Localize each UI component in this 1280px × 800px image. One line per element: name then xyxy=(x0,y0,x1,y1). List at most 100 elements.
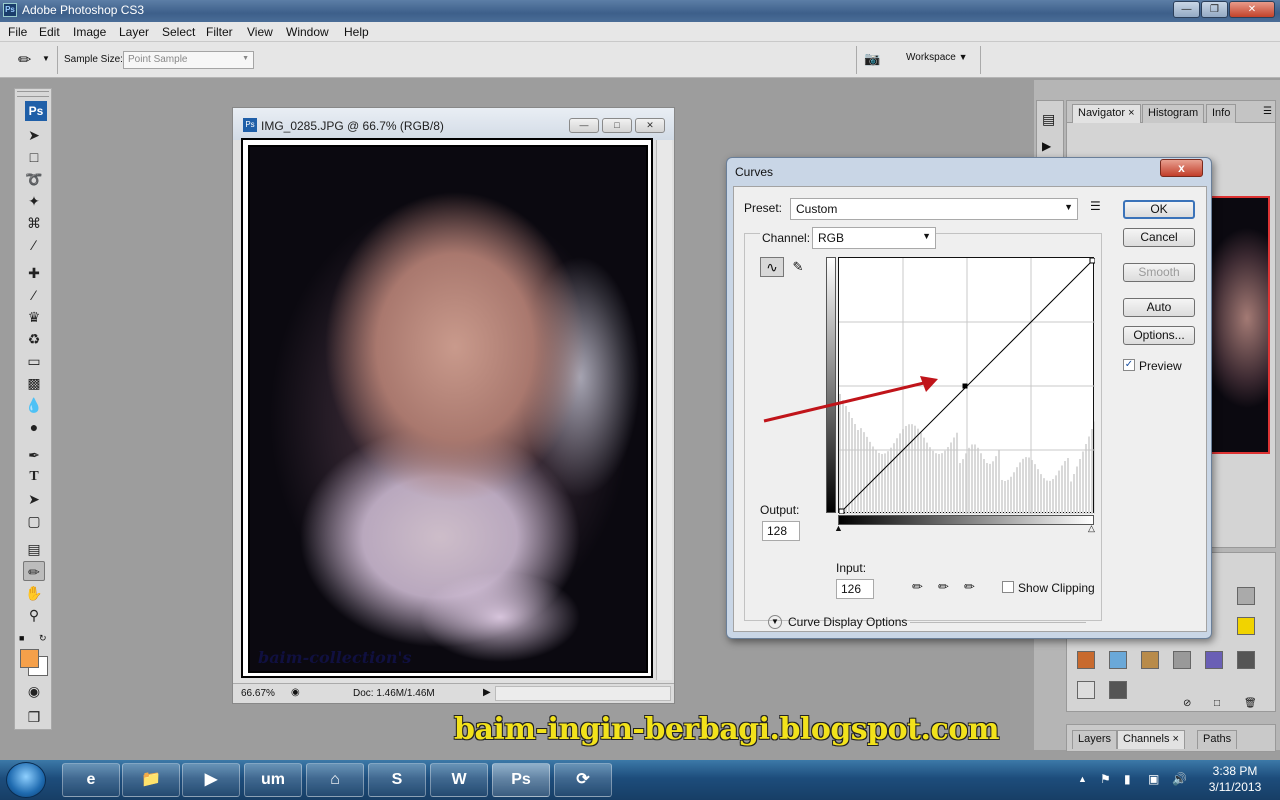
system-clock[interactable]: 3:38 PM 3/11/2013 xyxy=(1200,763,1270,795)
preset-dropdown[interactable]: Custom ▼ xyxy=(790,198,1078,220)
black-point-slider-icon[interactable]: ▲ xyxy=(834,523,843,533)
tab-paths[interactable]: Paths xyxy=(1197,730,1238,749)
smooth-button[interactable]: Smooth xyxy=(1123,263,1195,282)
type-tool-icon[interactable]: T xyxy=(23,467,45,487)
document-canvas[interactable]: baim-collection's xyxy=(241,138,653,678)
clone-stamp-tool-icon[interactable]: ♛ xyxy=(23,307,45,327)
menu-image[interactable]: Image xyxy=(73,25,106,39)
sample-size-select[interactable]: Point Sample ▼ xyxy=(123,51,254,69)
tab-channels[interactable]: Channels × xyxy=(1117,730,1185,749)
style-swatch[interactable] xyxy=(1109,651,1127,669)
healing-brush-tool-icon[interactable]: ✚ xyxy=(23,263,45,283)
white-point-slider-icon[interactable]: △ xyxy=(1088,523,1095,534)
notes-tool-icon[interactable]: ▤ xyxy=(23,539,45,559)
pencil-draw-icon[interactable]: ✎ xyxy=(788,257,808,277)
expand-chevron-icon[interactable]: ▼ xyxy=(768,615,782,629)
doc-minimize-button[interactable]: — xyxy=(569,118,599,133)
menu-select[interactable]: Select xyxy=(162,25,195,39)
menu-edit[interactable]: Edit xyxy=(39,25,60,39)
eyedropper-tool-icon[interactable]: ✏ xyxy=(23,561,45,581)
default-colors-icon[interactable]: ■ xyxy=(19,633,24,643)
zoom-level[interactable]: 66.67% xyxy=(241,688,275,699)
marquee-tool-icon[interactable]: □ xyxy=(23,147,45,167)
tab-layers[interactable]: Layers xyxy=(1072,730,1118,749)
gradient-tool-icon[interactable]: ▩ xyxy=(23,373,45,393)
channel-dropdown[interactable]: RGB ▼ xyxy=(812,227,936,249)
restore-button[interactable]: ❐ xyxy=(1201,1,1228,18)
cancel-button[interactable]: Cancel xyxy=(1123,228,1195,247)
curve-display-options-label[interactable]: Curve Display Options xyxy=(788,615,907,629)
ulead-video-icon[interactable]: um xyxy=(244,763,302,797)
style-swatch[interactable] xyxy=(1077,681,1095,699)
style-swatch[interactable] xyxy=(1205,651,1223,669)
action-center-icon[interactable]: ⚑ xyxy=(1100,772,1111,786)
clear-style-icon[interactable]: ⊘ xyxy=(1183,698,1191,709)
tab-info[interactable]: Info xyxy=(1206,104,1237,123)
app-taskbar-icon[interactable]: ⟳ xyxy=(554,763,612,797)
minimize-button[interactable]: — xyxy=(1173,1,1200,18)
preset-dropdown-arrow-icon[interactable]: ▼ xyxy=(42,54,50,63)
tab-navigator[interactable]: Navigator × xyxy=(1072,104,1141,123)
close-button[interactable]: ✕ xyxy=(1229,1,1275,18)
dodge-tool-icon[interactable]: ● xyxy=(23,417,45,437)
path-selection-tool-icon[interactable]: ➤ xyxy=(23,489,45,509)
curve-endpoint-white[interactable] xyxy=(1089,258,1095,264)
white-eyedropper-icon[interactable]: ✏ xyxy=(964,579,975,595)
hand-tool-icon[interactable]: ✋ xyxy=(23,583,45,603)
curve-edit-points-icon[interactable]: ∿ xyxy=(760,257,784,277)
workspace-menu[interactable]: Workspace ▼ xyxy=(906,52,968,63)
battery-icon[interactable]: ▮ xyxy=(1124,772,1131,786)
slice-tool-icon[interactable]: ∕ xyxy=(23,235,45,255)
navigator-thumbnail[interactable] xyxy=(1210,196,1270,454)
style-swatch[interactable] xyxy=(1109,681,1127,699)
curve-control-point[interactable] xyxy=(962,383,968,389)
preset-options-icon[interactable]: ☰ xyxy=(1090,199,1101,213)
style-swatch[interactable] xyxy=(1237,587,1255,605)
style-swatch[interactable] xyxy=(1237,651,1255,669)
home-icon[interactable]: ⌂ xyxy=(306,763,364,797)
history-brush-tool-icon[interactable]: ♻ xyxy=(23,329,45,349)
eraser-tool-icon[interactable]: ▭ xyxy=(23,351,45,371)
actions-panel-icon[interactable]: ▶ xyxy=(1042,139,1051,153)
status-menu-icon[interactable]: ◉ xyxy=(291,687,300,698)
internet-explorer-icon[interactable]: e xyxy=(62,763,120,797)
zoom-tool-icon[interactable]: ⚲ xyxy=(23,605,45,625)
style-swatch[interactable] xyxy=(1173,651,1191,669)
horizontal-scrollbar[interactable] xyxy=(495,686,671,701)
crop-tool-icon[interactable]: ⌘ xyxy=(23,213,45,233)
panel-menu-icon[interactable]: ☰ xyxy=(1263,106,1272,117)
swap-colors-icon[interactable]: ↻ xyxy=(39,633,47,644)
volume-icon[interactable]: 🔊 xyxy=(1172,772,1187,786)
vertical-scrollbar[interactable] xyxy=(656,140,672,680)
blur-tool-icon[interactable]: 💧 xyxy=(23,395,45,415)
history-panel-icon[interactable]: ▤ xyxy=(1042,111,1055,128)
gray-eyedropper-icon[interactable]: ✏ xyxy=(938,579,949,595)
style-swatch[interactable] xyxy=(1237,617,1255,635)
screen-mode-icon[interactable]: ❐ xyxy=(23,707,45,727)
options-button[interactable]: Options... xyxy=(1123,326,1195,345)
style-swatch[interactable] xyxy=(1141,651,1159,669)
doc-maximize-button[interactable]: □ xyxy=(602,118,632,133)
curves-close-button[interactable]: x xyxy=(1160,159,1203,177)
skype-icon[interactable]: S xyxy=(368,763,426,797)
menu-view[interactable]: View xyxy=(247,25,273,39)
word-icon[interactable]: W xyxy=(430,763,488,797)
menu-layer[interactable]: Layer xyxy=(119,25,149,39)
menu-file[interactable]: File xyxy=(8,25,27,39)
input-field[interactable]: 126 xyxy=(836,579,874,599)
toolbox-grip[interactable] xyxy=(17,91,49,97)
magic-wand-tool-icon[interactable]: ✦ xyxy=(23,191,45,211)
media-player-icon[interactable]: ▶ xyxy=(182,763,240,797)
status-play-icon[interactable]: ▶ xyxy=(483,687,491,698)
brush-tool-icon[interactable]: ⁄ xyxy=(23,285,45,305)
menu-help[interactable]: Help xyxy=(344,25,369,39)
bridge-icon[interactable]: 📷 xyxy=(864,51,886,69)
start-button[interactable] xyxy=(6,762,46,798)
menu-filter[interactable]: Filter xyxy=(206,25,233,39)
style-swatch[interactable] xyxy=(1077,651,1095,669)
delete-style-icon[interactable]: 🗑 xyxy=(1244,698,1257,709)
close-icon[interactable]: × xyxy=(1128,107,1134,119)
network-icon[interactable]: ▣ xyxy=(1148,772,1159,786)
tab-histogram[interactable]: Histogram xyxy=(1142,104,1205,123)
eyedropper-preset-icon[interactable]: ✏ xyxy=(18,50,31,70)
